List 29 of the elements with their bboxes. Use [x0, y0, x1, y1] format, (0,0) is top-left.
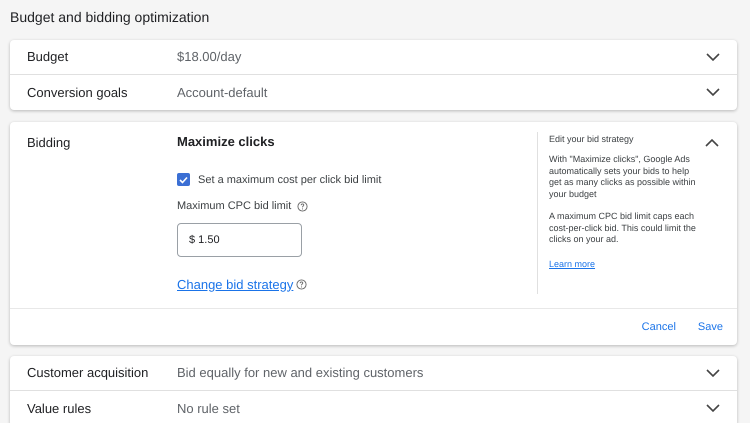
help-icon[interactable] [296, 278, 308, 290]
help-icon[interactable] [297, 200, 308, 212]
section-value: Bid equally for new and existing customers [177, 364, 424, 382]
change-strategy-link[interactable]: Change bid strategy [177, 274, 294, 294]
expand-chevron-icon[interactable] [706, 404, 720, 413]
checkbox[interactable] [177, 173, 190, 186]
strategy-title: Maximize clicks [177, 133, 276, 151]
section-value: No rule set [177, 400, 241, 418]
section-label: Value rules [27, 400, 92, 418]
section-label: Bidding [27, 134, 72, 152]
action-button[interactable]: Cancel [636, 314, 682, 340]
action-button[interactable]: Save [692, 314, 729, 340]
expand-chevron-icon[interactable] [706, 368, 720, 378]
help-text: A maximum CPC bid limit caps each cost-per-click bid. This could limit the clicks on your ad. [549, 211, 697, 246]
help-title: Edit your bid strategy [549, 133, 634, 146]
page-title: Budget and bidding optimization [10, 8, 210, 27]
checkbox-label: Set a maximum cost per click bid limit [198, 172, 382, 188]
field-label: Maximum CPC bid limit [177, 199, 292, 214]
section-label: Customer acquisition [27, 364, 150, 382]
section-value: $18.00/day [177, 48, 242, 66]
collapse-chevron-icon[interactable] [705, 138, 719, 147]
bid-limit-input[interactable]: $ 1.50 [177, 222, 302, 256]
section-value: Account-default [177, 84, 268, 102]
section-label: Budget [27, 48, 70, 66]
learn-more-link[interactable]: Learn more [549, 258, 737, 271]
help-text: With "Maximize clicks", Google Ads automatically sets your bids to help get as many clicks as possible within your budget [549, 154, 697, 200]
section-label: Conversion goals [27, 84, 128, 102]
expand-chevron-icon[interactable] [706, 88, 720, 97]
expand-chevron-icon[interactable] [706, 52, 720, 62]
